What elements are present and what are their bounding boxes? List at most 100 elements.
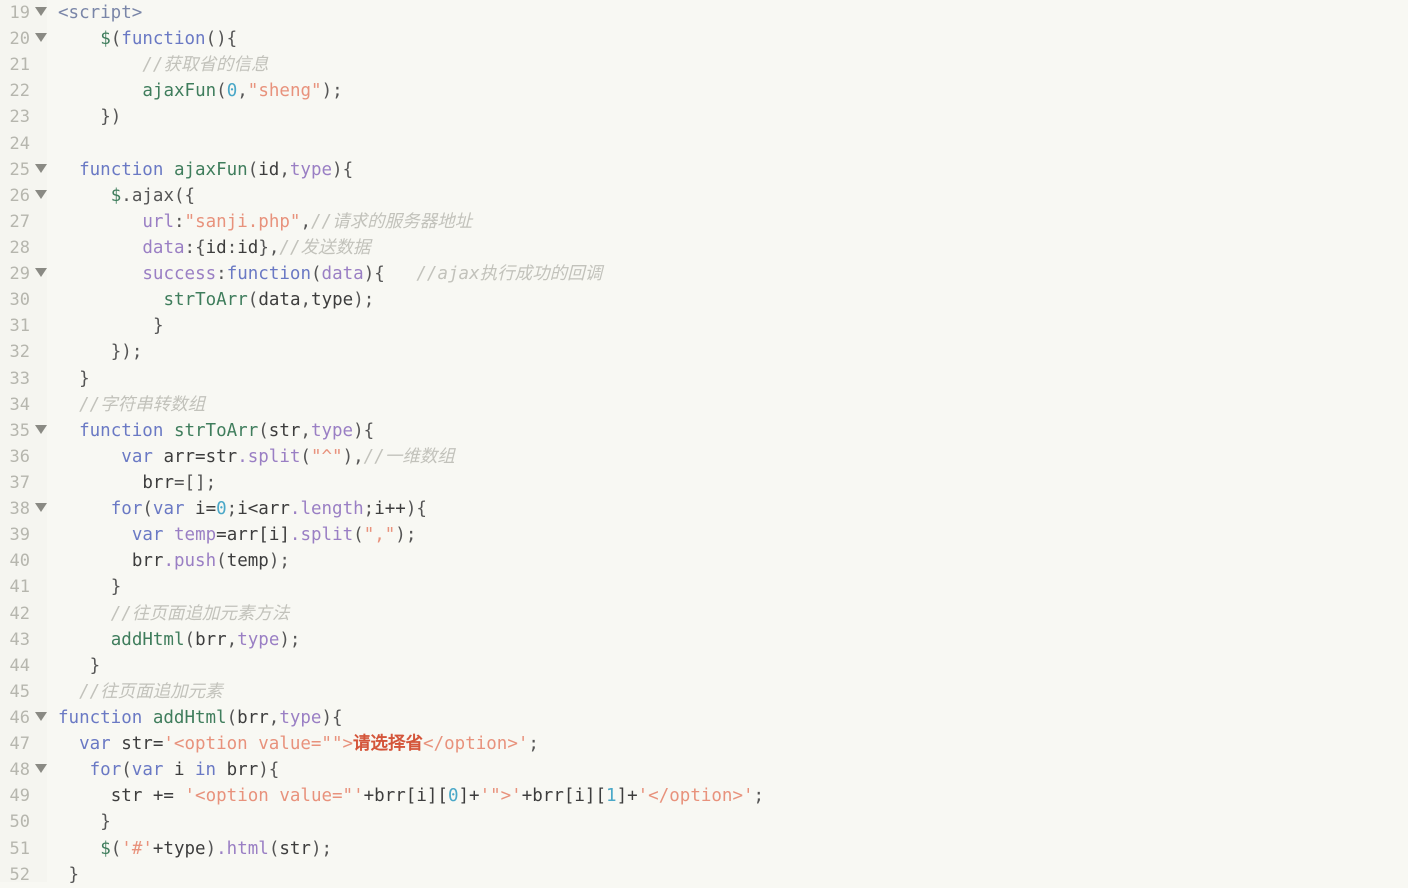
code-line[interactable]: 21 //获取省的信息	[0, 52, 1408, 78]
fold-triangle-icon[interactable]	[32, 496, 49, 522]
code-line[interactable]: 39 var temp=arr[i].split(",");	[0, 522, 1408, 548]
code-text[interactable]: var temp=arr[i].split(",");	[49, 522, 1408, 548]
code-text[interactable]: <script>	[49, 0, 1408, 26]
code-text[interactable]: }	[49, 574, 1408, 600]
code-text[interactable]: })	[49, 104, 1408, 130]
code-line[interactable]: 52}	[0, 862, 1408, 888]
code-line[interactable]: 35 function strToArr(str,type){	[0, 418, 1408, 444]
code-token: ;	[226, 499, 238, 520]
code-line[interactable]: 20 $(function(){	[0, 26, 1408, 52]
fold-triangle-icon[interactable]	[32, 705, 49, 731]
code-token: "^"	[310, 446, 343, 467]
code-token: //往页面追加元素	[79, 681, 223, 702]
code-text[interactable]: addHtml(brr,type);	[49, 627, 1408, 653]
code-text[interactable]: }	[49, 313, 1408, 339]
fold-triangle-icon[interactable]	[32, 157, 49, 183]
code-token: (	[311, 264, 322, 285]
code-line[interactable]: 36 var arr=str.split("^"),//一维数组	[0, 444, 1408, 470]
code-text[interactable]: data:{id:id},//发送数据	[49, 235, 1408, 261]
code-line[interactable]: 47 var str='<option value="">请选择省</option…	[0, 731, 1408, 757]
code-line[interactable]: 50}	[0, 809, 1408, 835]
code-line[interactable]: 45 //往页面追加元素	[0, 679, 1408, 705]
code-line[interactable]: 42 //往页面追加元素方法	[0, 601, 1408, 627]
code-token: $	[100, 838, 111, 859]
fold-triangle-icon[interactable]	[32, 183, 49, 209]
fold-triangle-icon[interactable]	[32, 418, 49, 444]
code-line[interactable]: 34 //字符串转数组	[0, 392, 1408, 418]
line-number: 43	[9, 629, 30, 650]
code-line[interactable]: 51 $('#'+type).html(str);	[0, 836, 1408, 862]
code-line[interactable]: 19 <script>	[0, 0, 1408, 26]
fold-triangle-icon[interactable]	[32, 757, 49, 783]
code-text[interactable]: });	[49, 339, 1408, 365]
code-line[interactable]: 28 data:{id:id},//发送数据	[0, 235, 1408, 261]
code-text[interactable]: for(var i in brr){	[49, 757, 1408, 783]
code-lines-container[interactable]: 19 <script> 20 $(function(){21//获取省的信息 22 aja…	[0, 0, 1408, 888]
code-line[interactable]: 44}	[0, 653, 1408, 679]
fold-triangle-icon[interactable]	[32, 261, 49, 287]
code-text[interactable]: $(function(){	[49, 26, 1408, 52]
code-line[interactable]: 37 brr=[];	[0, 470, 1408, 496]
code-text[interactable]: for(var i=0;i<arr.length;i++){	[49, 496, 1408, 522]
code-line[interactable]: 30 strToArr(data,type);	[0, 287, 1408, 313]
code-token: ){	[353, 420, 375, 441]
code-line[interactable]: 29 success:function(data){ //ajax执行成功的回调	[0, 261, 1408, 287]
code-text[interactable]: brr=[];	[49, 470, 1408, 496]
fold-triangle-icon[interactable]	[32, 26, 49, 52]
code-text[interactable]: var arr=str.split("^"),//一维数组	[49, 444, 1408, 470]
code-text[interactable]: }	[49, 366, 1408, 392]
code-editor[interactable]: 19 <script> 20 $(function(){21//获取省的信息 22 aja…	[0, 0, 1408, 885]
code-line[interactable]: 31}	[0, 313, 1408, 339]
code-token: addHtml	[110, 629, 185, 650]
code-line[interactable]: 25 function ajaxFun(id,type){	[0, 157, 1408, 183]
code-text[interactable]: //往页面追加元素方法	[49, 601, 1408, 627]
code-line[interactable]: 48 for(var i in brr){	[0, 757, 1408, 783]
code-text[interactable]: function ajaxFun(id,type){	[49, 157, 1408, 183]
code-line[interactable]: 40 brr.push(temp);	[0, 548, 1408, 574]
code-line[interactable]: 46 function addHtml(brr,type){	[0, 705, 1408, 731]
code-token: :	[174, 211, 185, 232]
code-line[interactable]: 24	[0, 131, 1408, 157]
code-text[interactable]: }	[49, 809, 1408, 835]
code-line[interactable]: 43 addHtml(brr,type);	[0, 627, 1408, 653]
code-line[interactable]: 32});	[0, 339, 1408, 365]
fold-triangle-icon[interactable]	[32, 0, 49, 26]
code-text[interactable]: brr.push(temp);	[49, 548, 1408, 574]
code-text[interactable]: strToArr(data,type);	[49, 287, 1408, 313]
code-text[interactable]: $.ajax({	[49, 183, 1408, 209]
code-token: '">'	[479, 786, 522, 807]
code-token: ,	[237, 81, 248, 102]
code-text[interactable]: str += '<option value="'+brr[i][0]+'">'+…	[49, 783, 1408, 809]
code-token: ,	[300, 290, 312, 311]
code-text[interactable]: }	[49, 862, 1408, 888]
code-text[interactable]: $('#'+type).html(str);	[49, 836, 1408, 862]
code-line[interactable]: 23})	[0, 104, 1408, 130]
code-token: id	[237, 237, 259, 258]
code-token: ;	[528, 734, 539, 755]
code-token: ,	[300, 420, 311, 441]
line-number: 25	[9, 159, 30, 180]
code-text[interactable]: ajaxFun(0,"sheng");	[49, 78, 1408, 104]
code-line[interactable]: 49 str += '<option value="'+brr[i][0]+'">…	[0, 783, 1408, 809]
code-text[interactable]: }	[49, 653, 1408, 679]
code-text[interactable]: url:"sanji.php",//请求的服务器地址	[49, 209, 1408, 235]
code-text[interactable]: //获取省的信息	[49, 52, 1408, 78]
code-token: ),	[342, 446, 364, 467]
code-token: :{	[184, 237, 206, 258]
code-line[interactable]: 27 url:"sanji.php",//请求的服务器地址	[0, 209, 1408, 235]
code-token: str	[279, 838, 311, 859]
code-text[interactable]: //字符串转数组	[49, 392, 1408, 418]
line-number: 23	[9, 107, 30, 128]
code-line[interactable]: 38 for(var i=0;i<arr.length;i++){	[0, 496, 1408, 522]
line-number: 20	[9, 29, 30, 50]
code-line[interactable]: 26 $.ajax({	[0, 183, 1408, 209]
code-text[interactable]: function addHtml(brr,type){	[49, 705, 1408, 731]
code-text[interactable]: function strToArr(str,type){	[49, 418, 1408, 444]
code-line[interactable]: 22 ajaxFun(0,"sheng");	[0, 78, 1408, 104]
code-line[interactable]: 41}	[0, 574, 1408, 600]
code-text[interactable]: //往页面追加元素	[49, 679, 1408, 705]
code-line[interactable]: 33}	[0, 366, 1408, 392]
code-text[interactable]: var str='<option value="">请选择省</option>'…	[49, 731, 1408, 757]
code-text[interactable]: success:function(data){ //ajax执行成功的回调	[49, 261, 1408, 287]
